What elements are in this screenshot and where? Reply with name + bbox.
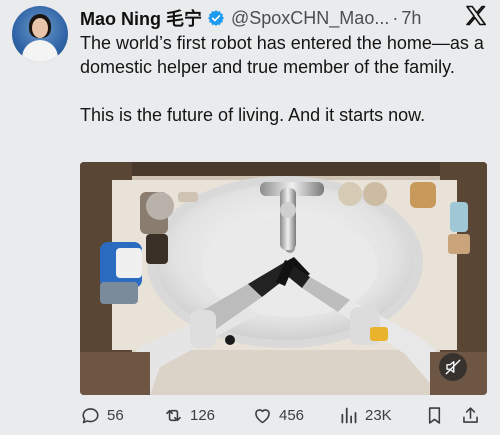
robot-sink-scene (80, 162, 487, 395)
views-button[interactable]: 23K (338, 400, 392, 430)
tweet-header: Mao Ning 毛宁 @SpoxCHN_Mao... · 7h (80, 6, 421, 30)
reply-icon (82, 407, 99, 423)
bookmark-icon (428, 406, 441, 424)
tweet-paragraph-1: The world’s first robot has entered the … (80, 33, 484, 77)
header-separator: · (392, 7, 399, 28)
avatar-body (22, 40, 58, 62)
mute-button[interactable] (439, 353, 467, 381)
reply-count: 56 (107, 406, 124, 424)
views-count: 23K (365, 406, 392, 424)
verified-badge-icon (208, 10, 224, 27)
reply-button[interactable]: 56 (80, 400, 124, 430)
heart-icon (255, 408, 270, 423)
tweet-text: The world’s first robot has entered the … (80, 31, 485, 127)
tweet-time[interactable]: 7h (401, 8, 421, 29)
bookmark-button[interactable] (424, 400, 451, 430)
share-icon (463, 406, 478, 423)
avatar-face (32, 18, 48, 38)
like-count: 456 (279, 406, 305, 424)
views-icon (341, 407, 357, 423)
action-bar: 56 126 456 23K (80, 400, 490, 430)
muted-speaker-icon (445, 359, 461, 375)
share-button[interactable] (460, 400, 487, 430)
repost-icon (166, 409, 181, 421)
avatar[interactable] (12, 6, 68, 62)
like-button[interactable]: 456 (252, 400, 304, 430)
tweet-media-video[interactable] (80, 162, 487, 395)
tweet-paragraph-2: This is the future of living. And it sta… (80, 105, 426, 125)
x-logo-icon[interactable] (464, 4, 488, 28)
author-handle[interactable]: @SpoxCHN_Mao... (231, 8, 389, 29)
repost-button[interactable]: 126 (163, 400, 215, 430)
author-name[interactable]: Mao Ning 毛宁 (80, 5, 202, 31)
repost-count: 126 (190, 406, 216, 424)
